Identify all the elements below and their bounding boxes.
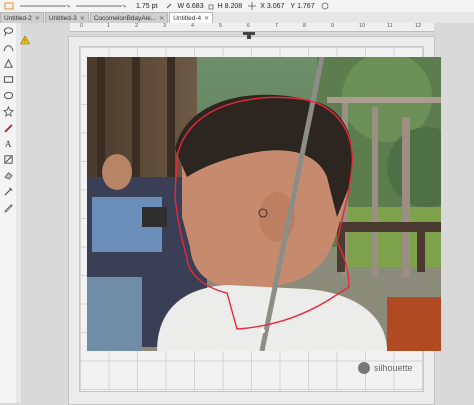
ruler-number: 0 (80, 23, 84, 29)
width-label: W (177, 2, 185, 10)
eyedropper-icon[interactable] (1, 184, 15, 198)
ruler-number: 12 (415, 23, 422, 29)
document-tabs: Untitled-2 ✕ Untitled-3 ✕ CocomelonBdayAle… (0, 12, 474, 23)
line-style-select[interactable] (18, 2, 70, 10)
silhouette-logo: silhouette (358, 362, 413, 374)
polygon-icon[interactable] (1, 56, 15, 70)
knife-icon[interactable] (1, 152, 15, 166)
width-value[interactable]: 6.683 (186, 3, 204, 10)
ruler-number: 9 (331, 23, 335, 29)
ruler-number: 4 (191, 23, 195, 29)
width-field[interactable]: W 6.683 (177, 3, 203, 10)
svg-text:!: ! (24, 39, 25, 45)
y-position-field[interactable]: Y 1.767 (290, 3, 314, 10)
line-dash-select[interactable] (74, 2, 126, 10)
brand-text: silhouette (374, 363, 413, 373)
star-icon[interactable] (1, 104, 15, 118)
line-width-value[interactable]: 1.75 (136, 3, 150, 10)
tab-label: Untitled-2 (4, 14, 32, 22)
height-value[interactable]: 8.208 (225, 3, 243, 10)
lasso-icon[interactable] (1, 24, 15, 38)
y-label: Y (290, 2, 296, 10)
eraser-icon[interactable] (1, 168, 15, 182)
move-icon (248, 2, 257, 10)
svg-text:A: A (4, 139, 11, 149)
lock-aspect-icon[interactable] (208, 2, 214, 10)
y-value[interactable]: 1.767 (297, 3, 315, 10)
height-label: H (217, 2, 223, 10)
height-field[interactable]: H 8.208 (218, 3, 243, 10)
close-icon[interactable]: ✕ (204, 15, 209, 22)
ruler-number: 1 (107, 23, 111, 29)
tab-label: CocomelonBdayAle... (93, 14, 157, 22)
line-width-field[interactable]: 1.75 pt (136, 3, 157, 10)
line-width-unit: pt (151, 2, 158, 10)
ruler-number: 2 (135, 23, 139, 29)
tab-untitled-2[interactable]: Untitled-2 ✕ (0, 12, 44, 23)
warning-icon[interactable]: ! (19, 35, 31, 45)
ruler-number: 8 (303, 23, 307, 29)
rotate-icon[interactable] (321, 2, 329, 10)
tab-untitled-4[interactable]: Untitled-4 ✕ (169, 12, 214, 23)
silhouette-logo-icon (358, 362, 370, 374)
ruler-number: 11 (387, 23, 393, 29)
x-value[interactable]: 3.067 (267, 3, 285, 10)
placed-photo[interactable] (87, 57, 441, 351)
ruler-number: 7 (275, 23, 279, 29)
ellipse-icon[interactable] (1, 88, 15, 102)
ruler-number: 6 (247, 23, 251, 29)
x-label: X (260, 2, 265, 10)
left-tool-palette: A (0, 23, 17, 403)
mat-handle-icon[interactable] (242, 31, 256, 40)
close-icon[interactable]: ✕ (159, 15, 164, 22)
bezier-icon[interactable] (1, 40, 15, 54)
ruler-number: 3 (163, 23, 167, 29)
x-position-field[interactable]: X 3.067 (260, 3, 284, 10)
tab-untitled-3[interactable]: Untitled-3 ✕ (44, 12, 89, 23)
ruler-number: 10 (359, 23, 366, 29)
ruler-number: 5 (219, 23, 223, 29)
close-icon[interactable]: ✕ (35, 15, 40, 22)
text-icon[interactable]: A (1, 136, 15, 150)
fill-icon[interactable] (1, 200, 15, 214)
tab-cocomelon[interactable]: CocomelonBdayAle... ✕ (89, 12, 169, 23)
pencil-icon[interactable] (1, 120, 15, 134)
close-icon[interactable]: ✕ (80, 15, 85, 22)
tab-label: Untitled-3 (48, 14, 77, 22)
fill-color-swatch[interactable] (4, 2, 14, 10)
rectangle-icon[interactable] (1, 72, 15, 86)
tab-label: Untitled-4 (173, 14, 202, 22)
link-icon[interactable] (165, 2, 173, 10)
photo-image[interactable] (87, 57, 441, 351)
